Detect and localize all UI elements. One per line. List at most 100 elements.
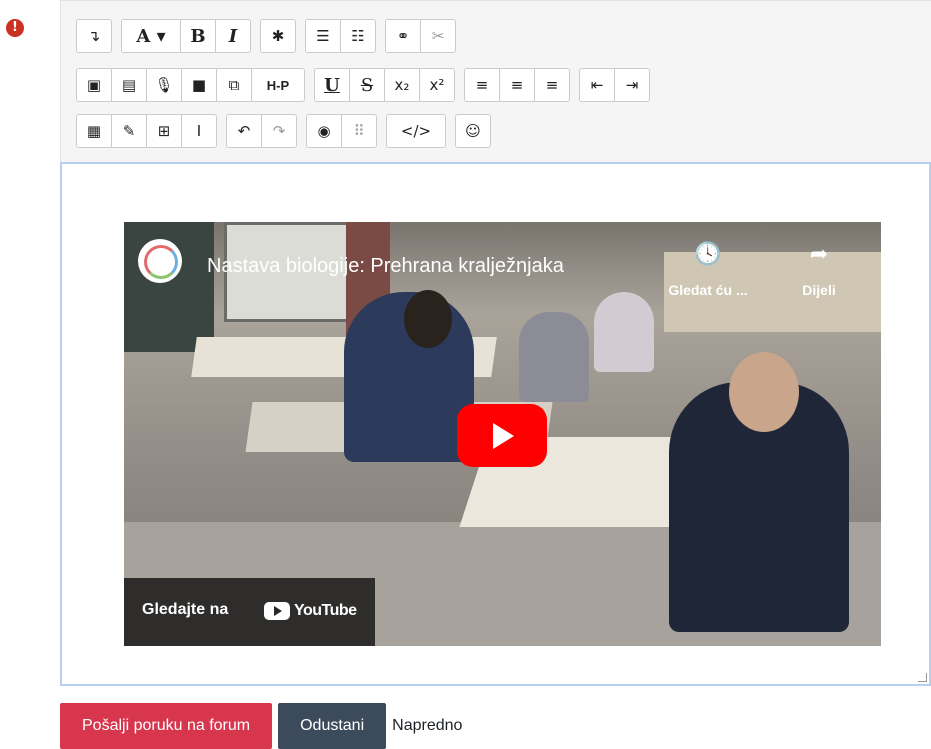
equation-editor-button[interactable]: ▦	[76, 114, 112, 148]
toolbar-group: ⚭ ✂	[385, 19, 456, 55]
outdent-button[interactable]: ⇤	[579, 68, 615, 102]
settings-gear-button[interactable]: ✱	[260, 19, 296, 53]
link-button[interactable]: ⚭	[385, 19, 421, 53]
clear-formatting-icon: I	[196, 122, 202, 140]
numbered-list-button[interactable]: ☷	[340, 19, 376, 53]
unlink-icon: ✂	[431, 27, 445, 45]
redo-icon: ↷	[272, 122, 286, 140]
toolbar-group: </>	[386, 114, 446, 150]
toolbar-group: ◉ ⠿	[306, 114, 377, 150]
insert-image-icon: ▣	[86, 76, 102, 94]
align-right-button[interactable]: ≡	[534, 68, 570, 102]
align-center-icon: ≡	[510, 76, 524, 94]
table-icon: ⊞	[157, 122, 171, 140]
superscript-button[interactable]: x²	[419, 68, 455, 102]
underline-icon: U	[324, 74, 340, 96]
underline-button[interactable]: U	[314, 68, 350, 102]
special-character-icon: ✎	[122, 122, 136, 140]
insert-media-button[interactable]: ▤	[111, 68, 147, 102]
toolbar-group: ☰ ☷	[305, 19, 376, 55]
align-left-button[interactable]: ≡	[464, 68, 500, 102]
toolbar-row-3: ▦ ✎ ⊞ I ↶ ↷ ◉ ⠿ </> ☺	[76, 114, 500, 150]
watch-later-label: Gledat ću ...	[668, 282, 748, 298]
bullet-list-button[interactable]: ☰	[305, 19, 341, 53]
undo-icon: ↶	[237, 122, 251, 140]
watch-on-youtube-button[interactable]: Gledajte na YouTube	[124, 578, 375, 646]
strikethrough-button[interactable]: S	[349, 68, 385, 102]
video-scene-student-head	[404, 290, 452, 348]
submit-post-button[interactable]: Pošalji poruku na forum	[60, 703, 273, 749]
italic-icon: I	[228, 25, 238, 47]
rich-text-editor: ↴ A ▾ B I ✱ ☰ ☷ ⚭ ✂ ▣ ▤ 🎙 ■ ⧉ H-P U Sx₂ x² ≡ ≡ ≡ ⇤ ⇥ ▦ ✎ ⊞ I ↶ ↷ ◉ ⠿…	[60, 0, 931, 686]
advanced-link[interactable]: Napredno	[392, 717, 462, 735]
share-label: Dijeli	[802, 282, 836, 298]
clock-icon: 🕓	[694, 242, 722, 267]
italic-button[interactable]: I	[215, 19, 251, 53]
embedded-youtube-video[interactable]: Nastava biologije: Prehrana kralježnjaka…	[124, 222, 881, 646]
strikethrough-icon: S	[360, 74, 374, 96]
align-center-button[interactable]: ≡	[499, 68, 535, 102]
share-arrow-icon: ➦	[809, 242, 829, 267]
share-button[interactable]: ➦ Dijeli	[779, 242, 859, 298]
subscript-button[interactable]: x₂	[384, 68, 420, 102]
toolbar-group: U Sx₂ x²	[314, 68, 455, 104]
indent-icon: ⇥	[625, 76, 639, 94]
special-character-button[interactable]: ✎	[111, 114, 147, 148]
manage-files-button[interactable]: ⧉	[216, 68, 252, 102]
align-right-icon: ≡	[545, 76, 559, 94]
undo-button[interactable]: ↶	[226, 114, 262, 148]
watch-later-button[interactable]: 🕓 Gledat ću ...	[668, 242, 748, 298]
subscript-icon: x₂	[394, 76, 410, 94]
accessibility-checker-icon: ◉	[317, 122, 331, 140]
font-color-icon: A ▾	[136, 25, 166, 47]
record-audio-button[interactable]: 🎙	[146, 68, 182, 102]
record-video-icon: ■	[191, 76, 207, 94]
table-button[interactable]: ⊞	[146, 114, 182, 148]
indent-button[interactable]: ⇥	[614, 68, 650, 102]
video-scene-student	[594, 292, 654, 372]
bold-button[interactable]: B	[180, 19, 216, 53]
unlink-button[interactable]: ✂	[420, 19, 456, 53]
channel-avatar[interactable]	[138, 239, 182, 283]
link-icon: ⚭	[396, 27, 410, 45]
h5p-icon: H-P	[266, 77, 290, 93]
play-button[interactable]	[457, 404, 547, 467]
emoji-button[interactable]: ☺	[455, 114, 491, 148]
toolbar-group: ⇤ ⇥	[579, 68, 650, 104]
cancel-button[interactable]: Odustani	[278, 703, 387, 749]
record-audio-icon: 🎙	[154, 76, 174, 94]
numbered-list-icon: ☷	[351, 27, 365, 45]
superscript-icon: x²	[429, 76, 445, 94]
video-title[interactable]: Nastava biologije: Prehrana kralježnjaka	[207, 255, 564, 278]
toolbar-toggle-icon: ↴	[87, 27, 101, 45]
insert-image-button[interactable]: ▣	[76, 68, 112, 102]
font-color-button[interactable]: A ▾	[121, 19, 181, 53]
youtube-play-icon	[264, 602, 290, 620]
toolbar-toggle-button[interactable]: ↴	[76, 19, 112, 53]
toolbar-group: ↴	[76, 19, 112, 55]
redo-button[interactable]: ↷	[261, 114, 297, 148]
record-video-button[interactable]: ■	[181, 68, 217, 102]
form-actions: Pošalji poruku na forum Odustani Napredn…	[60, 703, 462, 749]
toolbar-row-2: ▣ ▤ 🎙 ■ ⧉ H-P U Sx₂ x² ≡ ≡ ≡ ⇤ ⇥	[76, 68, 659, 104]
editor-content-area[interactable]: Nastava biologije: Prehrana kralježnjaka…	[60, 162, 931, 686]
h5p-button[interactable]: H-P	[251, 68, 305, 102]
screenreader-helper-icon: ⠿	[353, 122, 365, 140]
html-button[interactable]: </>	[386, 114, 446, 148]
clear-formatting-button[interactable]: I	[181, 114, 217, 148]
emoji-icon: ☺	[465, 122, 481, 140]
toolbar-row-1: ↴ A ▾ B I ✱ ☰ ☷ ⚭ ✂	[76, 19, 465, 55]
resize-handle[interactable]	[918, 673, 927, 682]
accessibility-checker-button[interactable]: ◉	[306, 114, 342, 148]
youtube-wordmark: YouTube	[294, 602, 357, 619]
equation-editor-icon: ▦	[86, 122, 102, 140]
video-scene-student-head	[729, 352, 799, 432]
required-icon: !	[6, 19, 24, 37]
toolbar-group: ▣ ▤ 🎙 ■ ⧉ H-P	[76, 68, 305, 104]
watch-on-label: Gledajte na	[142, 601, 229, 618]
align-left-icon: ≡	[475, 76, 489, 94]
toolbar-group: ▦ ✎ ⊞ I	[76, 114, 217, 150]
toolbar-group: A ▾ B I	[121, 19, 251, 55]
bold-icon: B	[190, 25, 206, 47]
screenreader-helper-button[interactable]: ⠿	[341, 114, 377, 148]
